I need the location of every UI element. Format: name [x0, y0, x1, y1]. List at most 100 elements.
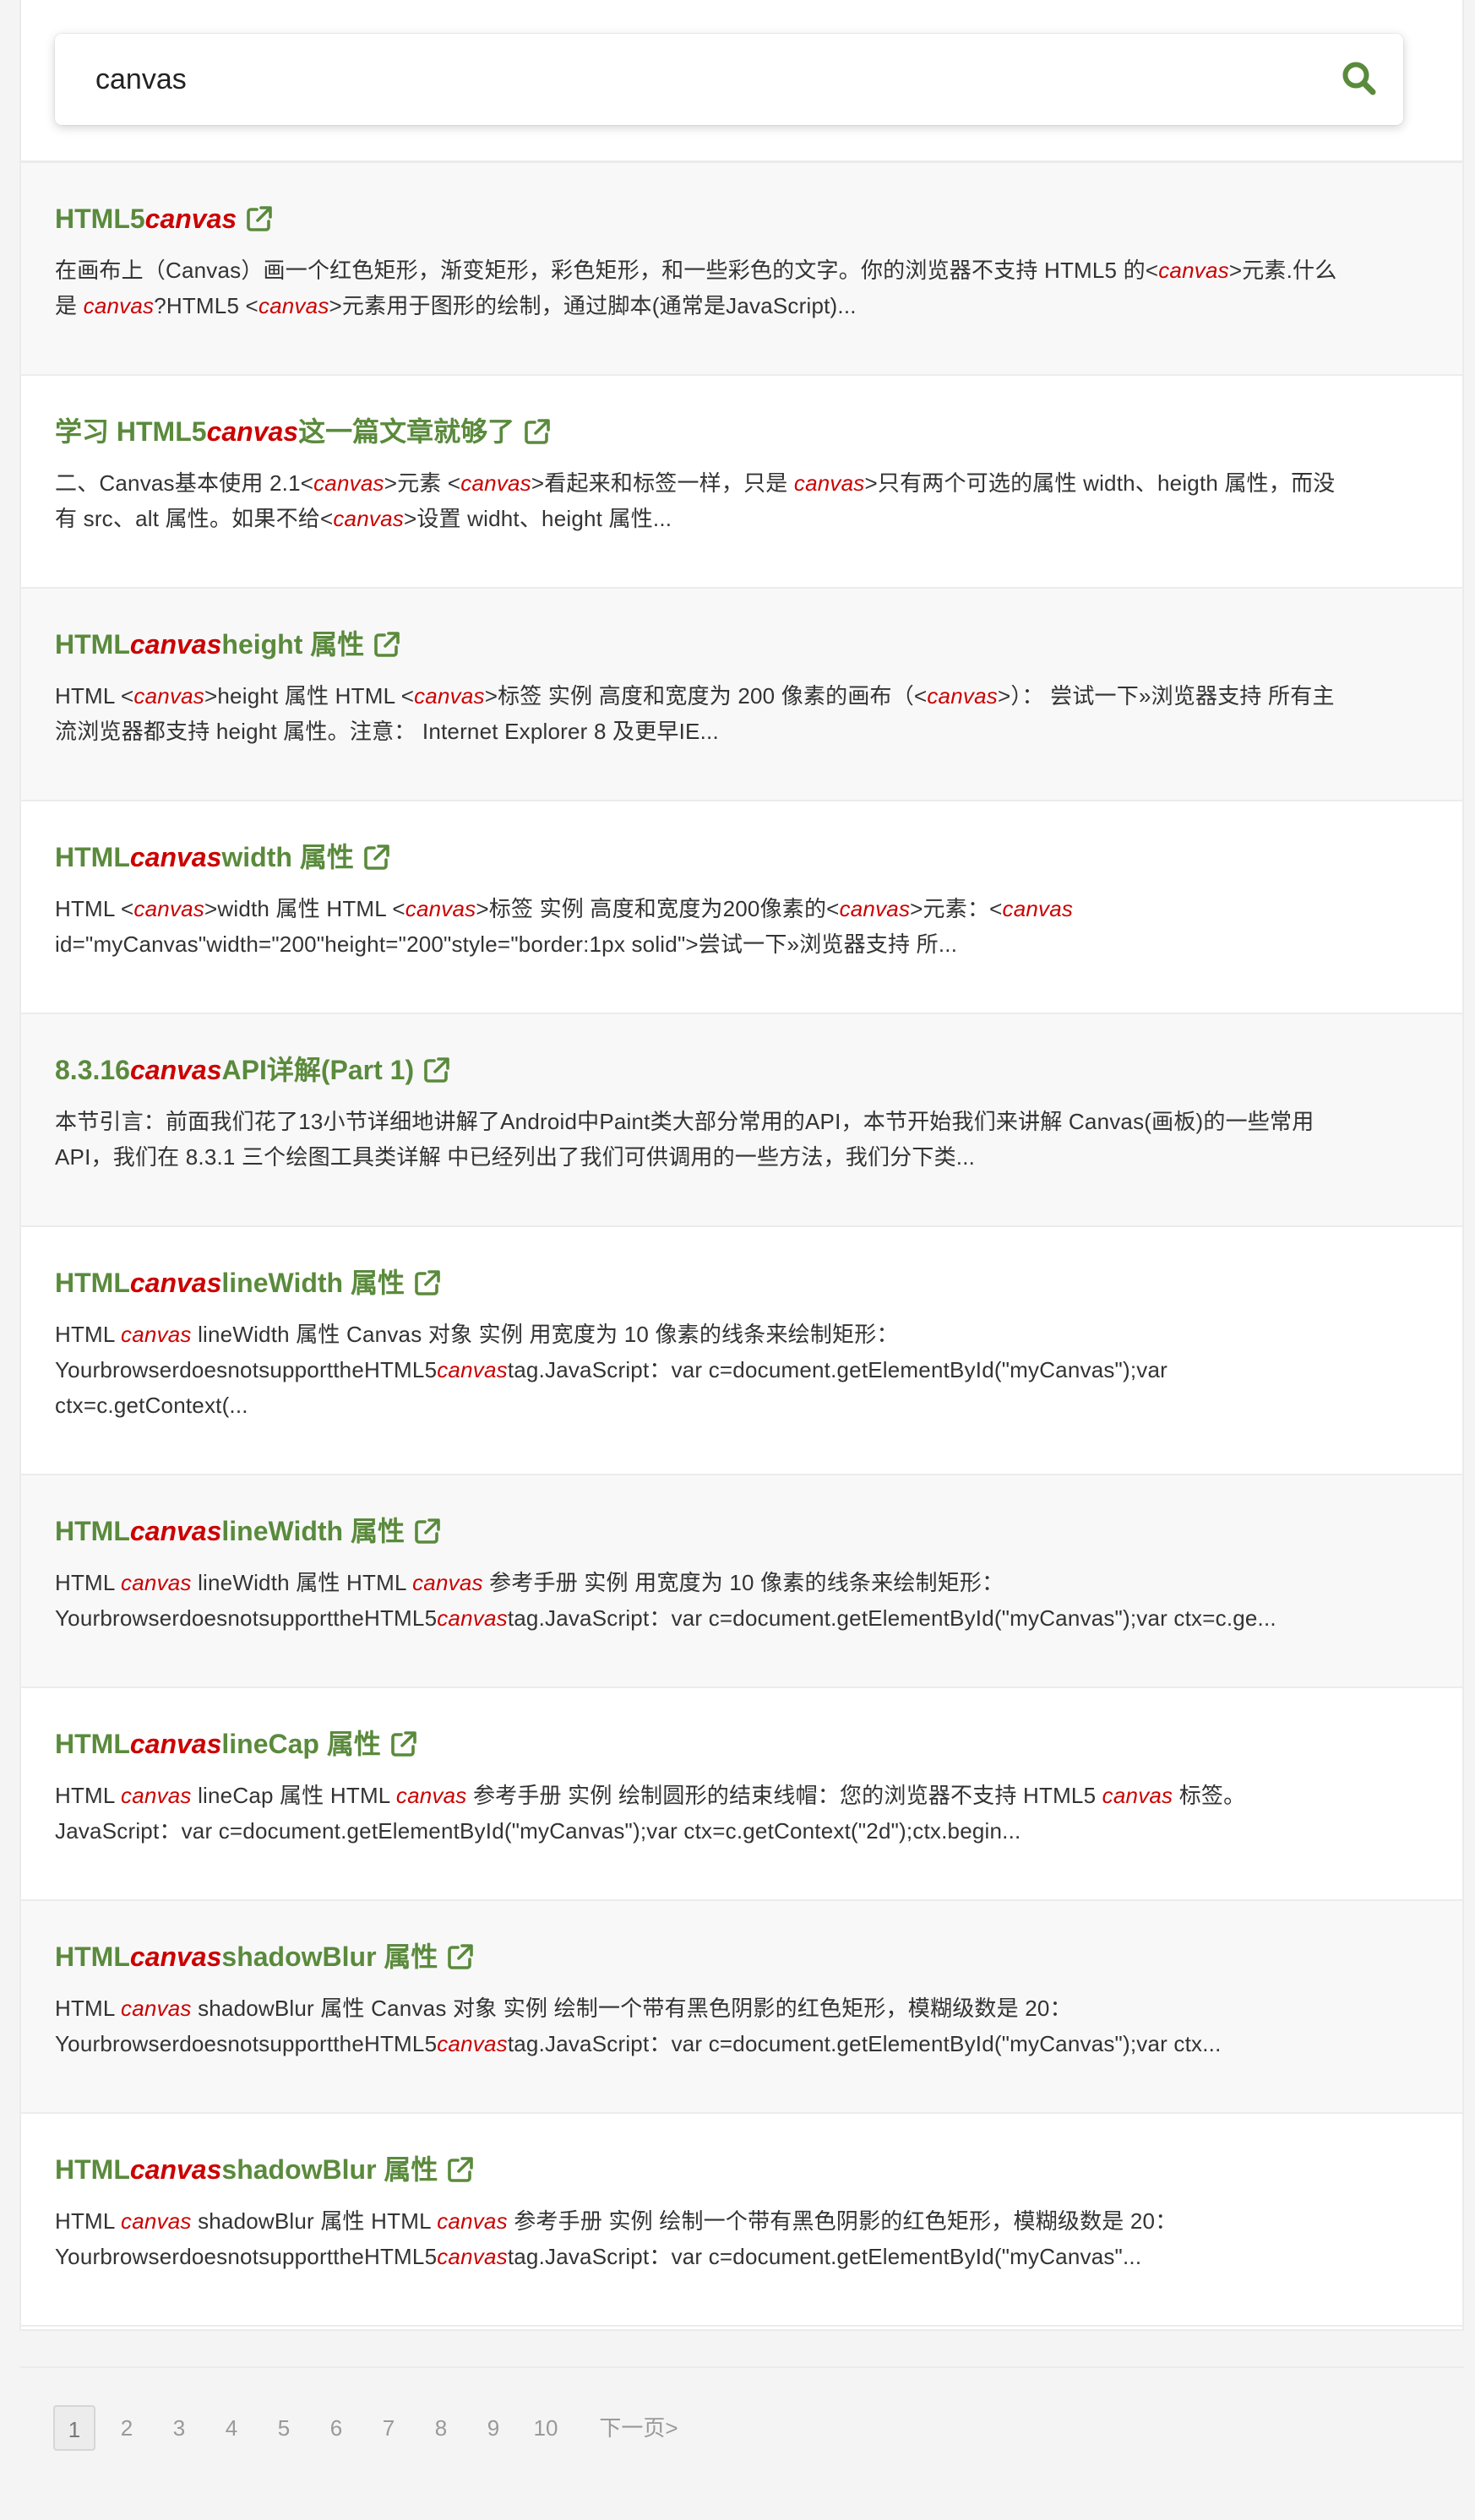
text-segment: tag.JavaScript：var c=document.getElement… — [507, 2031, 1222, 2056]
result-title-link[interactable]: HTML canvas shadowBlur 属性 — [55, 1938, 1429, 1975]
page-link[interactable]: 9 — [472, 2405, 514, 2451]
result-title-link[interactable]: 学习 HTML5 canvas 这一篇文章就够了 — [55, 413, 1429, 450]
text-segment: HTML < — [55, 683, 134, 709]
text-segment: HTML — [55, 1729, 130, 1759]
text-segment: >元素.什么 — [1228, 258, 1337, 283]
page-link[interactable]: 5 — [263, 2405, 305, 2451]
text-segment: 在画布上（Canvas）画一个红色矩形，渐变矩形，彩色矩形，和一些彩色的文字。你… — [55, 258, 1159, 283]
keyword-highlight: canvas — [121, 1322, 192, 1347]
page-link[interactable]: 7 — [367, 2405, 410, 2451]
text-segment: YourbrowserdoesnotsupporttheHTML5 — [55, 1357, 438, 1382]
result-item: 学习 HTML5 canvas 这一篇文章就够了 二、Canvas基本使用 2.1… — [21, 376, 1462, 589]
snippet-line: ctx=c.getContext(... — [55, 1388, 1429, 1423]
page-link[interactable]: 6 — [315, 2405, 357, 2451]
text-segment: 是 — [55, 293, 84, 318]
page-current[interactable]: 1 — [53, 2405, 95, 2451]
page-link[interactable]: 10 — [525, 2405, 567, 2451]
text-segment: YourbrowserdoesnotsupporttheHTML5 — [55, 2244, 438, 2269]
keyword-highlight: canvas — [129, 629, 222, 660]
page-link[interactable]: 2 — [106, 2405, 148, 2451]
keyword-highlight: canvas — [333, 506, 404, 531]
text-segment: >只有两个可选的属性 width、heigth 属性，而没 — [864, 470, 1336, 496]
keyword-highlight: canvas — [121, 1570, 192, 1595]
page-link[interactable]: 8 — [420, 2405, 462, 2451]
page-link[interactable]: 4 — [210, 2405, 253, 2451]
text-segment: API详解(Part 1) — [221, 1055, 415, 1085]
text-segment: tag.JavaScript：var c=document.getElement… — [507, 1357, 1167, 1382]
text-segment: >元素：< — [910, 896, 1003, 921]
text-segment: shadowBlur 属性 — [221, 1942, 438, 1972]
text-segment: YourbrowserdoesnotsupporttheHTML5 — [55, 2031, 438, 2056]
result-item: HTML canvas width 属性 HTML <canvas>width 属… — [21, 801, 1462, 1014]
result-title-link[interactable]: HTML canvas lineCap 属性 — [55, 1725, 1429, 1762]
text-segment: tag.JavaScript：var c=document.getElement… — [507, 1605, 1276, 1631]
result-snippet: HTML canvas lineWidth 属性 HTML canvas 参考手… — [55, 1565, 1429, 1636]
text-segment: lineWidth 属性 — [221, 1268, 405, 1298]
result-title-link[interactable]: HTML canvas height 属性 — [55, 626, 1429, 663]
search-box — [55, 34, 1403, 125]
search-input[interactable] — [95, 54, 1278, 105]
result-title-link[interactable]: 8.3.16 canvas API详解(Part 1) — [55, 1051, 1429, 1089]
snippet-line: HTML canvas lineCap 属性 HTML canvas 参考手册 … — [55, 1778, 1429, 1813]
result-snippet: HTML <canvas>height 属性 HTML <canvas>标签 实… — [55, 678, 1429, 749]
keyword-highlight: canvas — [129, 1516, 222, 1546]
result-snippet: 在画布上（Canvas）画一个红色矩形，渐变矩形，彩色矩形，和一些彩色的文字。你… — [55, 253, 1429, 323]
results-panel: HTML5 canvas 在画布上（Canvas）画一个红色矩形，渐变矩形，彩色矩… — [19, 0, 1464, 2331]
search-icon[interactable] — [1341, 60, 1378, 97]
result-title-link[interactable]: HTML canvas width 属性 — [55, 839, 1429, 876]
result-item: HTML canvas lineCap 属性 HTML canvas lineCa… — [21, 1688, 1462, 1901]
text-segment: 这一篇文章就够了 — [298, 416, 515, 447]
text-segment: >height 属性 HTML < — [204, 683, 415, 709]
keyword-highlight: canvas — [437, 2208, 508, 2234]
external-link-icon — [415, 1270, 440, 1295]
text-segment: 标签。 — [1173, 1783, 1246, 1808]
keyword-highlight: canvas — [437, 2244, 508, 2269]
snippet-line: YourbrowserdoesnotsupporttheHTML5canvast… — [55, 1600, 1429, 1636]
keyword-highlight: canvas — [83, 293, 155, 318]
result-snippet: HTML canvas shadowBlur 属性 Canvas 对象 实例 绘… — [55, 1990, 1429, 2061]
text-segment: HTML < — [55, 896, 134, 921]
text-segment: HTML — [55, 1516, 130, 1546]
keyword-highlight: canvas — [395, 1783, 467, 1808]
page-link[interactable]: 3 — [158, 2405, 200, 2451]
text-segment: HTML — [55, 629, 130, 660]
snippet-line: HTML canvas shadowBlur 属性 HTML canvas 参考… — [55, 2203, 1429, 2239]
external-link-icon — [247, 206, 272, 231]
keyword-highlight: canvas — [437, 1357, 508, 1382]
keyword-highlight: canvas — [129, 2154, 222, 2185]
keyword-highlight: canvas — [133, 683, 205, 709]
result-item: HTML canvas height 属性 HTML <canvas>height… — [21, 589, 1462, 801]
text-segment: height 属性 — [221, 629, 365, 660]
text-segment: >）： 尝试一下»浏览器支持 所有主 — [997, 683, 1335, 709]
external-link-icon — [415, 1518, 440, 1544]
text-segment: 参考手册 实例 绘制圆形的结束线帽：您的浏览器不支持 HTML5 — [466, 1783, 1102, 1808]
text-segment: ?HTML5 < — [154, 293, 259, 318]
external-link-icon — [391, 1731, 416, 1757]
keyword-highlight: canvas — [839, 896, 911, 921]
next-page-link[interactable]: 下一页> — [592, 2405, 685, 2451]
keyword-highlight: canvas — [437, 2031, 508, 2056]
keyword-highlight: canvas — [121, 1783, 192, 1808]
result-title-link[interactable]: HTML5 canvas — [55, 200, 1429, 237]
text-segment: HTML — [55, 1996, 122, 2021]
text-segment: lineCap 属性 HTML — [191, 1783, 396, 1808]
result-title-link[interactable]: HTML canvas lineWidth 属性 — [55, 1264, 1429, 1301]
external-link-icon — [424, 1057, 449, 1083]
text-segment: id="myCanvas"width="200"height="200"styl… — [55, 931, 958, 957]
snippet-line: HTML canvas lineWidth 属性 Canvas 对象 实例 用宽… — [55, 1317, 1429, 1352]
search-area — [21, 0, 1462, 163]
results-list: HTML5 canvas 在画布上（Canvas）画一个红色矩形，渐变矩形，彩色矩… — [21, 163, 1462, 2327]
keyword-highlight: canvas — [1102, 1783, 1173, 1808]
result-snippet: HTML canvas lineCap 属性 HTML canvas 参考手册 … — [55, 1778, 1429, 1849]
text-segment: lineWidth 属性 — [221, 1516, 405, 1546]
result-title-link[interactable]: HTML canvas shadowBlur 属性 — [55, 2151, 1429, 2188]
snippet-line: 流浏览器都支持 height 属性。注意： Internet Explorer … — [55, 714, 1429, 749]
keyword-highlight: canvas — [1002, 896, 1074, 921]
keyword-highlight: canvas — [414, 683, 485, 709]
result-title-link[interactable]: HTML canvas lineWidth 属性 — [55, 1513, 1429, 1550]
text-segment: 流浏览器都支持 height 属性。注意： Internet Explorer … — [55, 719, 719, 744]
external-link-icon — [374, 632, 400, 657]
snippet-line: HTML canvas shadowBlur 属性 Canvas 对象 实例 绘… — [55, 1990, 1429, 2026]
text-segment: JavaScript：var c=document.getElementById… — [55, 1818, 1021, 1844]
snippet-line: YourbrowserdoesnotsupporttheHTML5canvast… — [55, 2026, 1429, 2061]
